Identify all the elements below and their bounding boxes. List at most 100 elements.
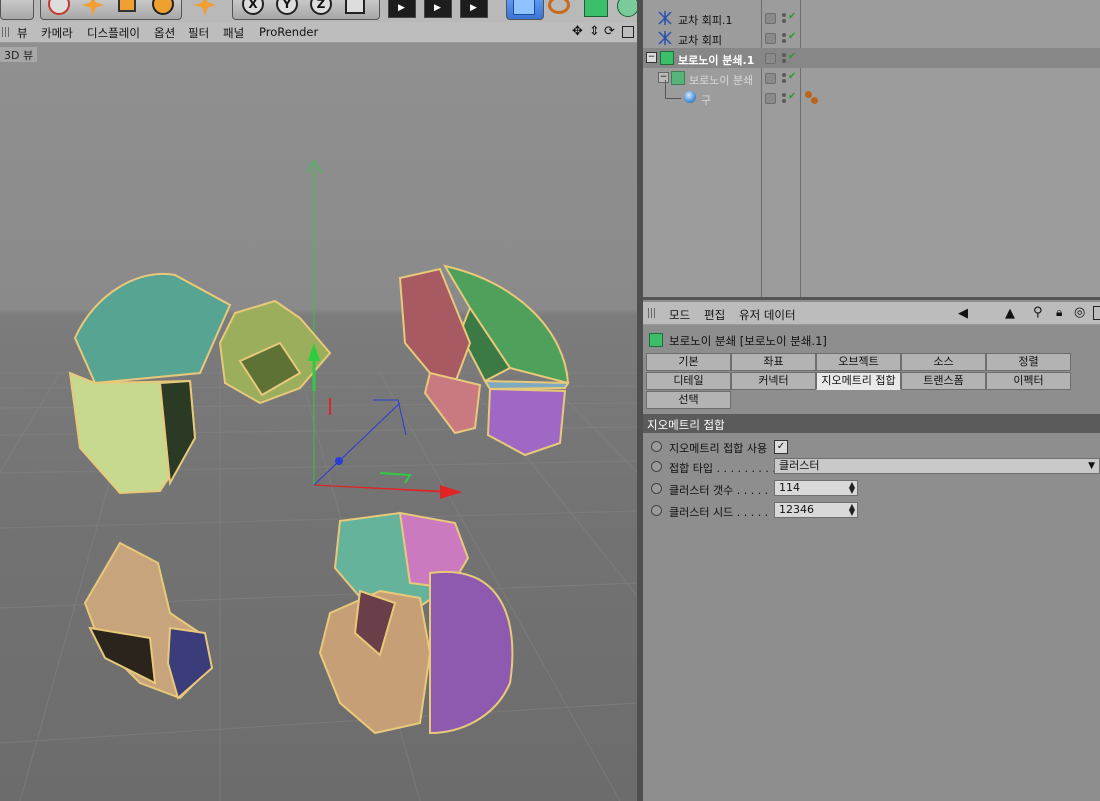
- object-row-selected[interactable]: − 보로노이 분쇄.1 ✔: [643, 48, 1100, 68]
- render-visibility-dot[interactable]: [782, 99, 786, 103]
- lock-icon[interactable]: 🔒︎: [1056, 305, 1062, 320]
- viewport-3d[interactable]: [0, 43, 637, 801]
- editor-visibility-dot[interactable]: [782, 93, 786, 97]
- layer-checkbox[interactable]: [765, 33, 776, 44]
- menu-prorender[interactable]: ProRender: [259, 25, 318, 39]
- attribute-title-bar: 보로노이 분쇄 [보로노이 분쇄.1]: [643, 328, 1100, 350]
- menu-mode[interactable]: 모드: [669, 307, 690, 323]
- animate-radio[interactable]: [651, 505, 662, 516]
- gizmo-x-arrow-icon[interactable]: [440, 485, 462, 499]
- editor-visibility-dot[interactable]: [782, 33, 786, 37]
- enabled-check-icon[interactable]: ✔: [788, 51, 796, 62]
- tab-coordinates[interactable]: 좌표: [731, 353, 816, 371]
- render-visibility-dot[interactable]: [782, 39, 786, 43]
- tab-selection[interactable]: 선택: [646, 391, 731, 409]
- drag-grip-icon[interactable]: [2, 27, 10, 37]
- menu-camera[interactable]: 카메라: [41, 25, 73, 41]
- menu-display[interactable]: 디스플레이: [87, 25, 140, 41]
- cluster-count-input[interactable]: 114 ▲ ▼: [774, 480, 858, 496]
- editor-visibility-dot[interactable]: [782, 53, 786, 57]
- tab-transform[interactable]: 트랜스폼: [901, 372, 986, 390]
- enabled-check-icon[interactable]: ✔: [788, 71, 796, 82]
- tab-connectors[interactable]: 커넥터: [731, 372, 816, 390]
- render-visibility-dot[interactable]: [782, 59, 786, 63]
- animate-radio[interactable]: [651, 461, 662, 472]
- object-name[interactable]: 구: [701, 92, 711, 108]
- back-arrow-icon[interactable]: ◀: [958, 306, 968, 321]
- menu-filter[interactable]: 필터: [188, 25, 209, 41]
- enable-glue-checkbox[interactable]: ✓: [774, 440, 788, 454]
- hierarchy-line: [665, 80, 666, 99]
- target-icon[interactable]: ◎: [1074, 305, 1085, 320]
- editor-visibility-dot[interactable]: [782, 73, 786, 77]
- stepper-icon[interactable]: ▲ ▼: [849, 503, 855, 517]
- new-panel-icon[interactable]: [1093, 306, 1100, 320]
- material-tag-icon[interactable]: [805, 91, 812, 98]
- property-enable-glue: 지오메트리 접합 사용 ✓: [643, 437, 1100, 457]
- tab-sorting[interactable]: 정렬: [986, 353, 1071, 371]
- animate-radio[interactable]: [651, 441, 662, 452]
- animate-radio[interactable]: [651, 483, 662, 494]
- enabled-check-icon[interactable]: ✔: [788, 31, 796, 42]
- subdivision-icon[interactable]: [584, 0, 608, 17]
- pan-icon[interactable]: ✥: [572, 24, 583, 39]
- object-row[interactable]: − 보로노이 분쇄 ✔: [643, 68, 1100, 88]
- undo-button[interactable]: [0, 0, 34, 20]
- glue-type-dropdown[interactable]: 클러스터 ▼: [774, 458, 1100, 474]
- menu-user-data[interactable]: 유저 데이터: [739, 307, 796, 323]
- tab-detail[interactable]: 디테일: [646, 372, 731, 390]
- collapse-toggle-icon[interactable]: −: [658, 72, 669, 83]
- maximize-view-icon[interactable]: [622, 26, 634, 38]
- spline-pen-icon[interactable]: [548, 0, 570, 14]
- chevron-down-icon: ▼: [1088, 461, 1095, 471]
- enabled-check-icon[interactable]: ✔: [788, 91, 796, 102]
- object-row[interactable]: 구 ✔: [643, 88, 1100, 108]
- menu-view[interactable]: 뷰: [17, 25, 28, 41]
- view-name-label: 3D 뷰: [0, 47, 38, 62]
- tab-geometry-glue[interactable]: 지오메트리 접합: [816, 372, 901, 390]
- input-value: 114: [779, 481, 800, 494]
- layer-checkbox[interactable]: [765, 73, 776, 84]
- move-icon-2[interactable]: [194, 0, 216, 16]
- render-visibility-dot[interactable]: [782, 19, 786, 23]
- up-arrow-icon[interactable]: ▲: [1005, 306, 1015, 321]
- scale-icon[interactable]: [118, 0, 136, 12]
- object-name[interactable]: 보로노이 분쇄: [689, 72, 753, 88]
- collapse-toggle-icon[interactable]: −: [646, 52, 657, 63]
- layer-checkbox[interactable]: [765, 53, 776, 64]
- tab-sources[interactable]: 소스: [901, 353, 986, 371]
- layer-checkbox[interactable]: [765, 13, 776, 24]
- menu-edit[interactable]: 편집: [704, 307, 725, 323]
- viewport-menubar: 뷰 카메라 디스플레이 옵션 필터 패널 ProRender ✥ ⇕ ⟳: [0, 22, 639, 43]
- search-icon[interactable]: ⚲: [1033, 305, 1043, 320]
- dolly-icon[interactable]: ⇕: [589, 24, 600, 39]
- editor-visibility-dot[interactable]: [782, 13, 786, 17]
- gizmo-plane-handle[interactable]: [379, 472, 412, 484]
- cluster-seed-input[interactable]: 12346 ▲ ▼: [774, 502, 858, 518]
- menu-panel[interactable]: 패널: [223, 25, 244, 41]
- tab-basic[interactable]: 기본: [646, 353, 731, 371]
- tab-object[interactable]: 오브젝트: [816, 353, 901, 371]
- object-row[interactable]: 교차 회피.1 ✔: [643, 8, 1100, 28]
- deformer-icon[interactable]: [617, 0, 639, 17]
- render-visibility-dot[interactable]: [782, 79, 786, 83]
- enabled-check-icon[interactable]: ✔: [788, 11, 796, 22]
- orbit-icon[interactable]: ⟳: [604, 24, 615, 39]
- gizmo-z-handle[interactable]: [335, 457, 343, 465]
- render-view-icon[interactable]: [388, 0, 416, 18]
- coordinate-system-icon[interactable]: [345, 0, 365, 14]
- menu-options[interactable]: 옵션: [154, 25, 175, 41]
- object-name[interactable]: 교차 회피: [678, 32, 722, 48]
- object-name[interactable]: 교차 회피.1: [678, 12, 732, 28]
- drag-grip-icon[interactable]: [648, 308, 656, 318]
- layer-checkbox[interactable]: [765, 93, 776, 104]
- voronoi-fracture-icon: [649, 333, 663, 347]
- object-row[interactable]: 교차 회피 ✔: [643, 28, 1100, 48]
- stepper-icon[interactable]: ▲ ▼: [849, 481, 855, 495]
- tab-effectors[interactable]: 이펙터: [986, 372, 1071, 390]
- object-name[interactable]: 보로노이 분쇄.1: [678, 52, 754, 68]
- render-settings-icon[interactable]: [460, 0, 488, 18]
- render-picture-queue-icon[interactable]: [424, 0, 452, 18]
- property-glue-type: 접합 타입 . . . . . . . . . 클러스터 ▼: [643, 457, 1100, 477]
- dropdown-value: 클러스터: [779, 459, 820, 472]
